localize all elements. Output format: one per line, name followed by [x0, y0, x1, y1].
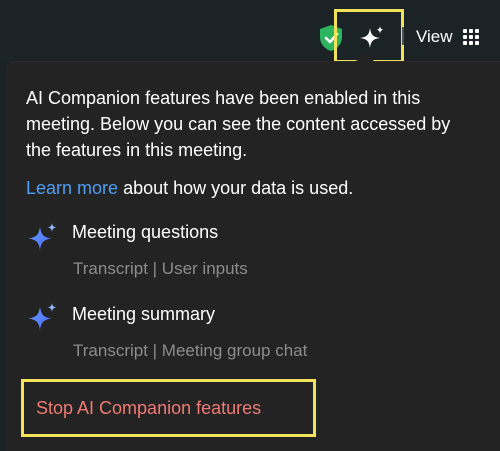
ai-companion-button[interactable]: [334, 9, 404, 63]
toolbar-divider: [402, 27, 404, 45]
feature-title-meeting-summary: Meeting summary: [72, 304, 216, 324]
meeting-toolbar: View: [0, 0, 500, 63]
stop-ai-companion-button[interactable]: Stop AI Companion features: [21, 379, 316, 437]
learn-more-link[interactable]: Learn more: [26, 178, 118, 198]
sparkle-icon: [360, 26, 384, 48]
ai-sparkle-icon: [28, 303, 57, 330]
view-label: View: [416, 27, 453, 46]
learn-more-suffix: about how your data is used.: [118, 178, 354, 198]
feature-sources-meeting-questions: Transcript | User inputs: [73, 259, 248, 278]
feature-title-meeting-questions: Meeting questions: [72, 222, 219, 242]
ai-sparkle-icon: [28, 223, 57, 250]
popup-description: AI Companion features have been enabled …: [26, 88, 451, 160]
grid-icon: [462, 29, 479, 45]
view-button[interactable]: View: [416, 25, 479, 49]
feature-sources-meeting-summary: Transcript | Meeting group chat: [73, 341, 308, 360]
learn-more-line: Learn more about how your data is used.: [26, 176, 353, 200]
